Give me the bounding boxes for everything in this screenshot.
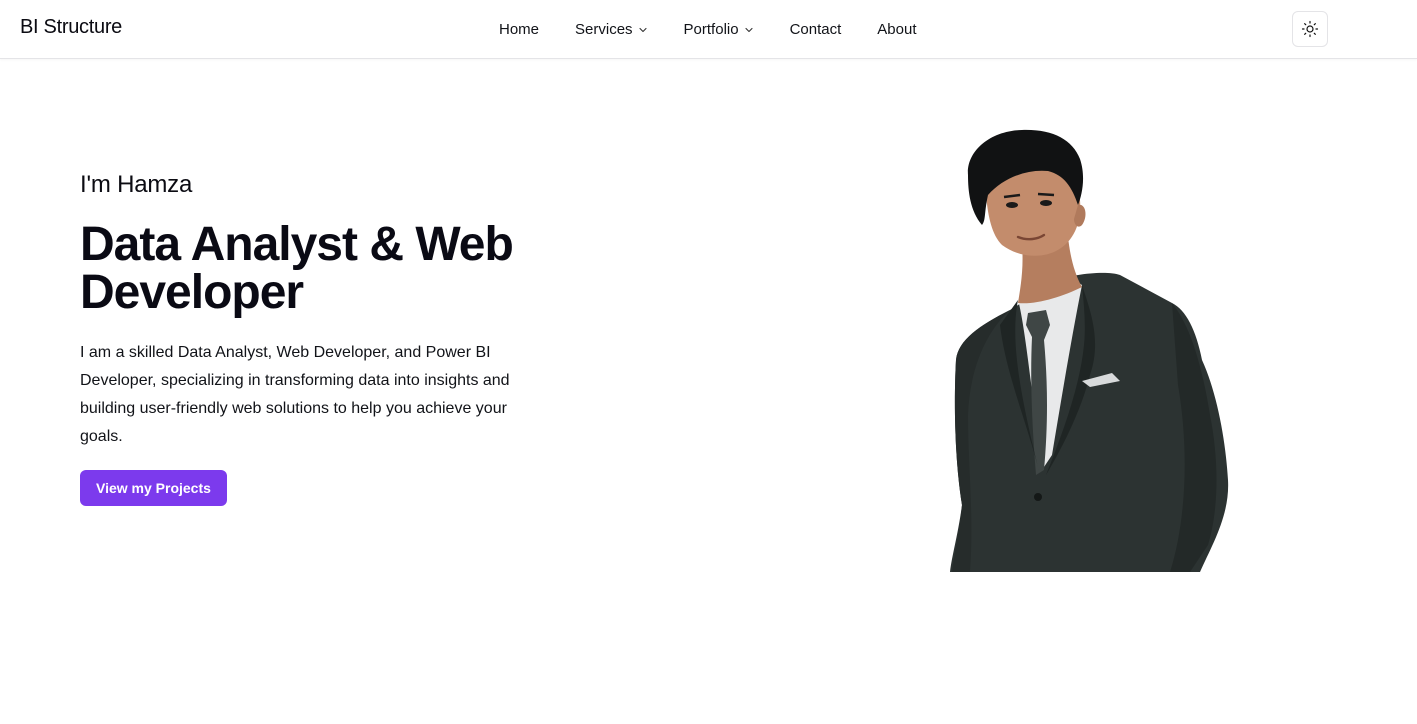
nav-item-label: Home [499,20,540,38]
navbar: BI Structure Home Services Portfolio Con… [0,0,1417,59]
nav-item-portfolio[interactable]: Portfolio [684,21,754,38]
hero-title: Data Analyst & Web Developer [80,218,514,319]
portrait-photo [940,125,1240,572]
sun-icon [1301,20,1319,38]
brand-logo[interactable]: BI Structure [20,16,122,39]
theme-toggle-button[interactable] [1292,11,1328,47]
nav-item-label: Services [575,20,633,38]
chevron-down-icon [638,25,648,35]
nav-item-services[interactable]: Services [575,21,648,38]
nav-item-about[interactable]: About [877,21,916,38]
hero-greeting: I'm Hamza [80,171,193,198]
chevron-down-icon [744,25,754,35]
nav-item-label: Contact [789,20,842,38]
view-projects-button[interactable]: View my Projects [80,470,227,506]
nav-item-label: About [877,20,917,38]
main-nav: Home Services Portfolio Contact About [499,20,916,38]
nav-item-contact[interactable]: Contact [790,21,842,38]
hero-description: I am a skilled Data Analyst, Web Develop… [80,344,510,445]
nav-item-home[interactable]: Home [499,21,539,38]
nav-item-label: Portfolio [683,20,739,38]
